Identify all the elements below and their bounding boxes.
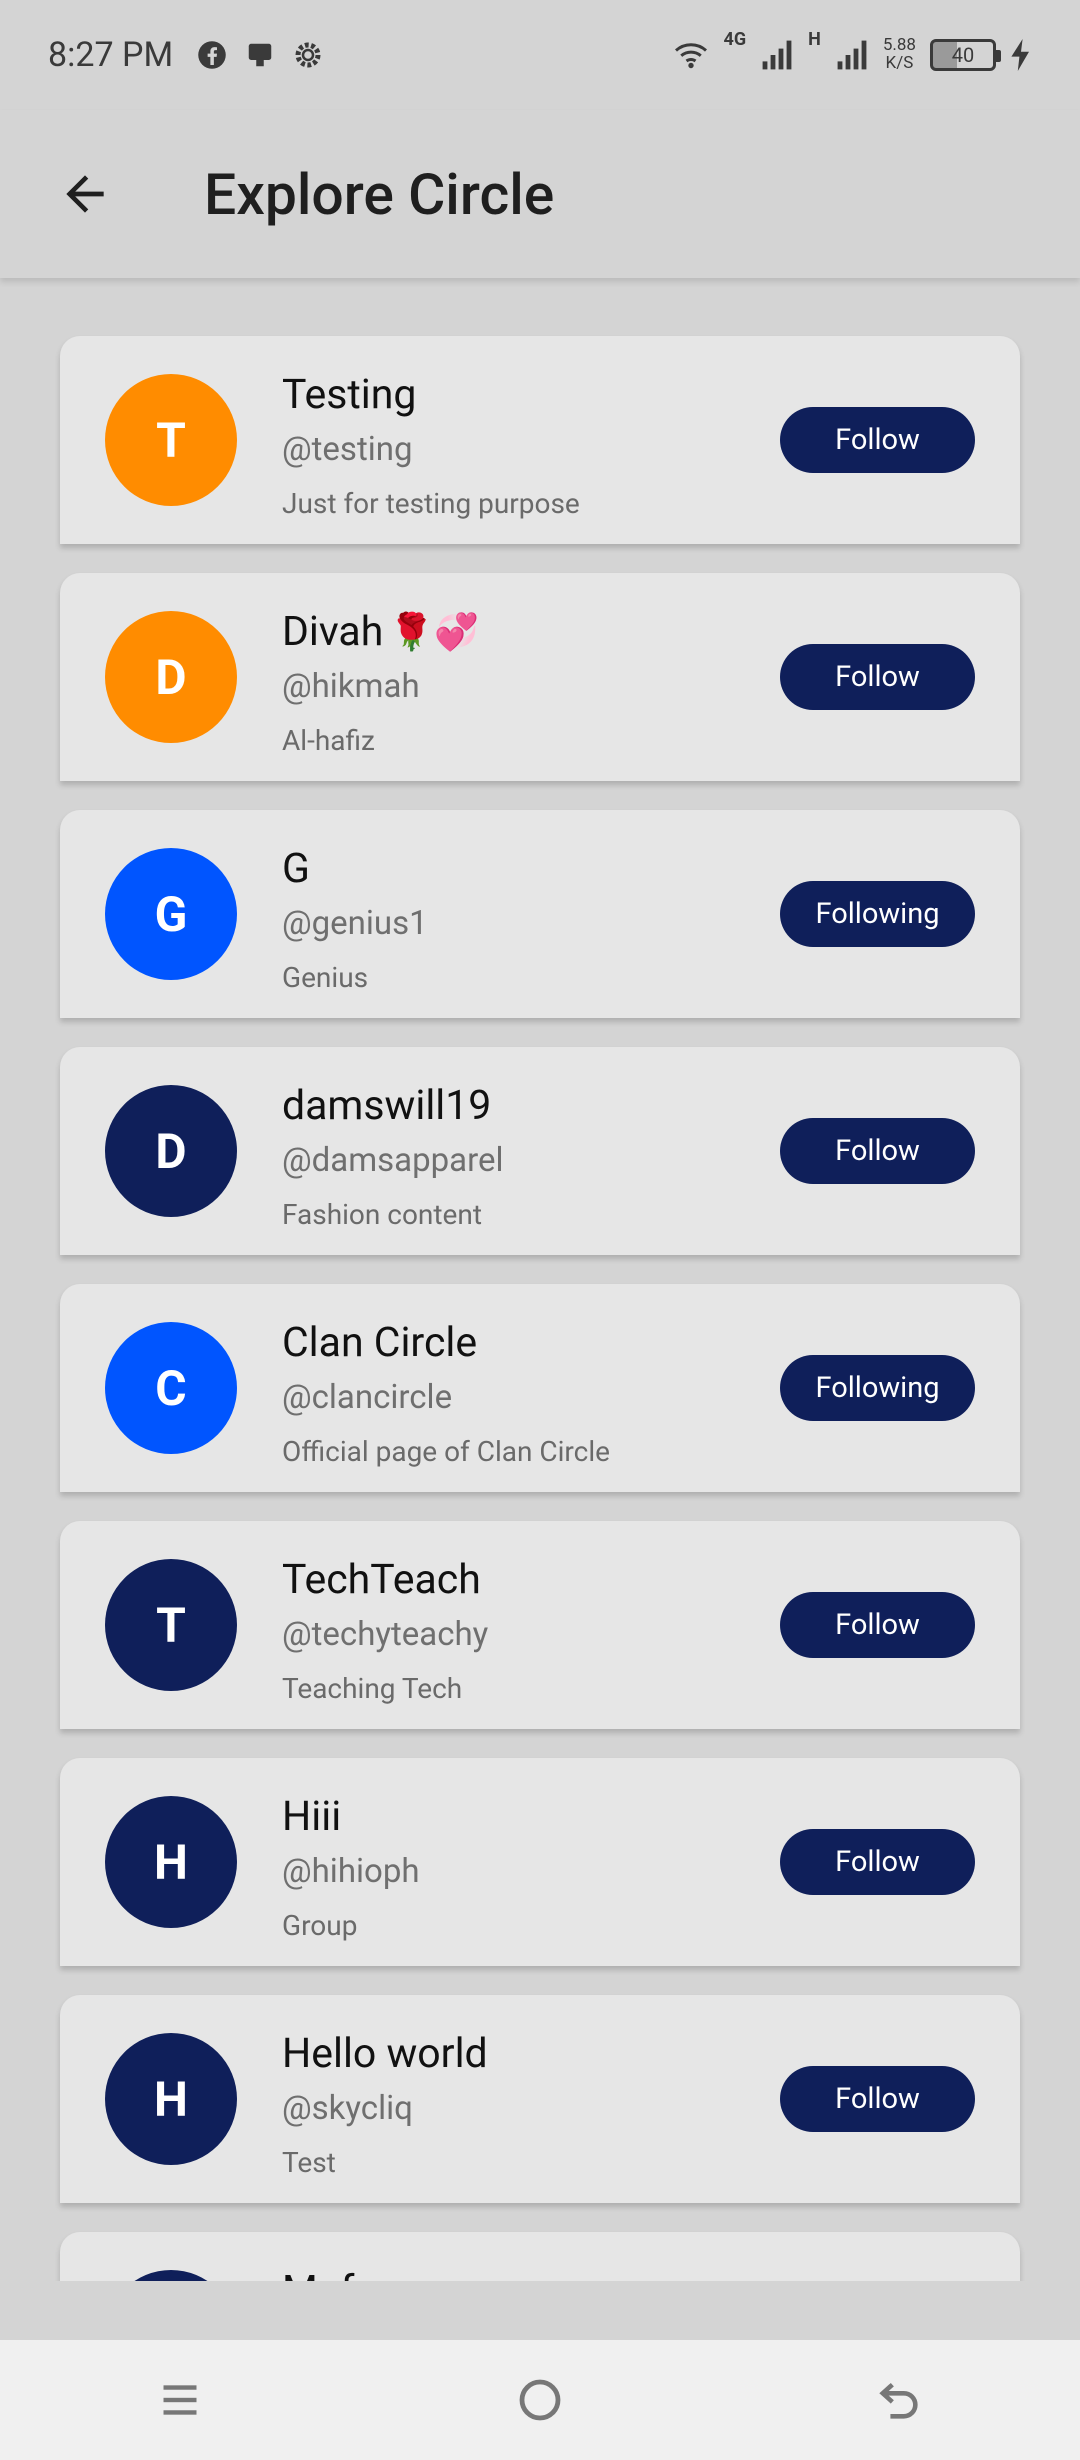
avatar[interactable]: T bbox=[105, 374, 237, 506]
status-right: 4G H 5.88 K/S 40 bbox=[672, 31, 1032, 73]
circle-name-row: Hello world bbox=[282, 2031, 488, 2079]
menu-icon bbox=[163, 2385, 197, 2415]
circle-card[interactable]: T TechTeach @techyteachy Teaching Tech Follo… bbox=[60, 1521, 1020, 1729]
avatar[interactable]: T bbox=[105, 1559, 237, 1691]
circle-bio: Genius bbox=[282, 961, 369, 994]
circle-handle: @testing bbox=[282, 430, 413, 469]
device-icon bbox=[248, 43, 272, 67]
circle-name-row: damswill19 bbox=[282, 1083, 504, 1131]
circle-text: Testing @testing Just for testing purpose bbox=[282, 372, 580, 520]
circle-name-row: G bbox=[282, 846, 428, 894]
name-emoji: 🌹💞 bbox=[389, 611, 479, 654]
circle-handle: @skycliq bbox=[282, 2089, 413, 2128]
system-nav-bar bbox=[0, 2340, 1080, 2460]
circle-card[interactable]: G G @genius1 Genius Following bbox=[60, 810, 1020, 1018]
circle-name-row: TechTeach bbox=[282, 1557, 488, 1605]
network-type-1: 4G bbox=[723, 29, 747, 51]
status-time: 8:27 PM bbox=[48, 35, 174, 75]
battery-level: 40 bbox=[951, 43, 975, 67]
circle-handle: @techyteachy bbox=[282, 1615, 489, 1654]
follow-button[interactable]: Follow bbox=[780, 1829, 975, 1895]
avatar[interactable]: H bbox=[105, 2033, 237, 2165]
circle-bio: Group bbox=[282, 1909, 358, 1942]
avatar[interactable]: D bbox=[105, 1085, 237, 1217]
status-left: 8:27 PM bbox=[48, 35, 323, 75]
follow-button[interactable]: Follow bbox=[780, 407, 975, 473]
avatar[interactable]: D bbox=[105, 611, 237, 743]
circle-name: Maf... bbox=[282, 2269, 387, 2281]
charging-icon bbox=[1011, 39, 1029, 71]
circle-name-row: Testing bbox=[282, 372, 580, 420]
gear-icon bbox=[295, 42, 321, 68]
network-type-2: H bbox=[808, 29, 821, 51]
circle-bio: Official page of Clan Circle bbox=[282, 1435, 610, 1468]
circle-handle: @hihioph bbox=[282, 1852, 420, 1891]
circle-bio: Al-hafiz bbox=[282, 724, 375, 757]
circle-bio: Just for testing purpose bbox=[282, 487, 580, 520]
speed-unit: K/S bbox=[885, 53, 914, 73]
back-nav-icon bbox=[879, 2382, 918, 2419]
circle-card[interactable]: D Divah 🌹💞 @hikmah Al-hafiz Follow bbox=[60, 573, 1020, 781]
circle-card[interactable]: T Testing @testing Just for testing purpose… bbox=[60, 336, 1020, 544]
circle-name: G bbox=[282, 845, 310, 894]
circle-text: Maf... bbox=[282, 2268, 387, 2281]
circle-name-row: Divah 🌹💞 bbox=[282, 609, 479, 657]
avatar[interactable]: G bbox=[105, 848, 237, 980]
battery-indicator: 40 bbox=[930, 39, 1001, 71]
circle-card[interactable]: H Hiii @hihioph Group Follow bbox=[60, 1758, 1020, 1966]
menu-button[interactable] bbox=[140, 2360, 220, 2440]
circle-card[interactable]: H Hello world @skycliq Test Follow bbox=[60, 1995, 1020, 2203]
avatar[interactable]: C bbox=[105, 1322, 237, 1454]
circle-name-row: Hiii bbox=[282, 1794, 420, 1842]
circle-text: Clan Circle @clancircle Official page of C… bbox=[282, 1320, 610, 1468]
circle-name-row: Maf... bbox=[282, 2268, 387, 2281]
circle-card[interactable]: C Clan Circle @clancircle Official page of … bbox=[60, 1284, 1020, 1492]
circle-name: Hello world bbox=[282, 2030, 488, 2079]
follow-button[interactable]: Follow bbox=[780, 1118, 975, 1184]
home-circle-icon bbox=[519, 2379, 561, 2421]
follow-button[interactable]: Follow bbox=[780, 1592, 975, 1658]
following-button[interactable]: Following bbox=[780, 881, 975, 947]
circle-name: Divah bbox=[282, 608, 384, 657]
circle-bio: Test bbox=[282, 2146, 336, 2179]
circle-name-row: Clan Circle bbox=[282, 1320, 610, 1368]
follow-button[interactable]: Follow bbox=[780, 644, 975, 710]
circle-list[interactable]: T Testing @testing Just for testing purpose… bbox=[0, 278, 1080, 2281]
circle-text: Hello world @skycliq Test bbox=[282, 2031, 488, 2179]
circle-card[interactable]: Ddamswill19 @damsapparel Fashion content Fo… bbox=[60, 1047, 1020, 1255]
circle-bio: Fashion content bbox=[282, 1198, 483, 1231]
facebook-icon bbox=[198, 41, 226, 69]
app-bar: Explore Circle bbox=[0, 110, 1080, 278]
network-speed: 5.88 K/S bbox=[883, 36, 916, 73]
back-nav-button[interactable] bbox=[860, 2360, 940, 2440]
circle-handle: @hikmah bbox=[282, 667, 420, 706]
circle-name: Clan Circle bbox=[282, 1319, 478, 1368]
circle-text: Divah 🌹💞 @hikmah Al-hafiz bbox=[282, 609, 479, 757]
page-title: Explore Circle bbox=[204, 160, 555, 228]
circle-text: Hiii @hihioph Group bbox=[282, 1794, 420, 1942]
back-button[interactable] bbox=[50, 159, 120, 229]
circle-name: TechTeach bbox=[282, 1556, 481, 1605]
circle-text: G @genius1 Genius bbox=[282, 846, 428, 994]
circle-handle: @damsapparel bbox=[282, 1141, 504, 1180]
circle-name: Testing bbox=[282, 371, 417, 420]
circle-card[interactable]: M Maf... bbox=[60, 2232, 1020, 2281]
circle-name: damswill19 bbox=[282, 1082, 492, 1131]
circle-bio: Teaching Tech bbox=[282, 1672, 463, 1705]
arrow-left-icon bbox=[66, 175, 104, 213]
circle-name: Hiii bbox=[282, 1793, 342, 1842]
avatar[interactable]: M bbox=[105, 2270, 237, 2281]
avatar[interactable]: H bbox=[105, 1796, 237, 1928]
status-bar: 8:27 PM 4G H 5.88 K/S 40 bbox=[0, 0, 1080, 110]
circle-text: TechTeach @techyteachy Teaching Tech bbox=[282, 1557, 488, 1705]
following-button[interactable]: Following bbox=[780, 1355, 975, 1421]
signal-icon-2 bbox=[837, 40, 867, 70]
circle-text: damswill19 @damsapparel Fashion content bbox=[282, 1083, 504, 1231]
follow-button[interactable]: Follow bbox=[780, 2066, 975, 2132]
circle-handle: @genius1 bbox=[282, 904, 428, 943]
wifi-icon bbox=[674, 43, 707, 69]
circle-handle: @clancircle bbox=[282, 1378, 453, 1417]
signal-icon bbox=[762, 40, 792, 70]
home-button[interactable] bbox=[500, 2360, 580, 2440]
